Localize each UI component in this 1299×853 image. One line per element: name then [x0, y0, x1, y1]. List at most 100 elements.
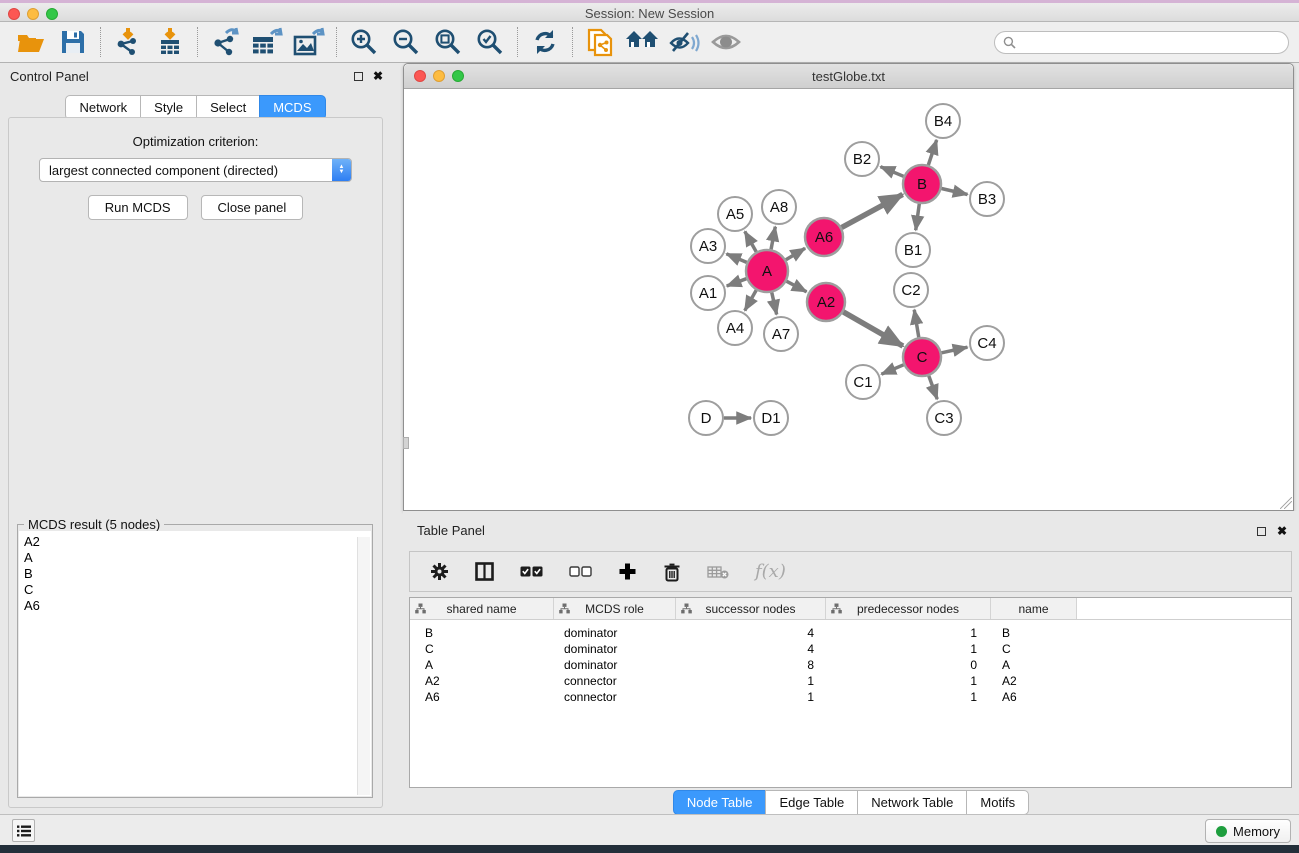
column-header-shared-name[interactable]: shared name	[410, 598, 554, 619]
graph-edge-C-C3[interactable]	[929, 376, 937, 399]
table-cell[interactable]: A	[991, 658, 1077, 672]
table-cell[interactable]: dominator	[554, 626, 676, 640]
delete-icon[interactable]	[663, 562, 681, 582]
graph-node-A[interactable]: A	[746, 250, 788, 292]
refresh-icon[interactable]	[524, 25, 566, 59]
export-image-icon[interactable]	[288, 25, 330, 59]
deselect-all-icon[interactable]	[569, 566, 592, 577]
graph-node-A8[interactable]: A8	[762, 190, 796, 224]
zoom-selected-icon[interactable]	[469, 25, 511, 59]
open-file-icon[interactable]	[10, 25, 52, 59]
graph-node-C3[interactable]: C3	[927, 401, 961, 435]
table-cell[interactable]: A	[410, 658, 554, 672]
network-canvas[interactable]: AA1A3A5A8A4A7A6A2BB2B4B3B1CC2C4C1C3DD1	[404, 89, 1293, 510]
resize-grip-left[interactable]	[403, 437, 409, 449]
float-panel-icon[interactable]	[354, 72, 363, 81]
home-icon[interactable]	[621, 25, 663, 59]
graph-node-D[interactable]: D	[689, 401, 723, 435]
table-cell[interactable]: connector	[554, 690, 676, 704]
float-table-panel-icon[interactable]	[1257, 527, 1266, 536]
search-input[interactable]	[1021, 36, 1280, 50]
column-header-predecessor-nodes[interactable]: predecessor nodes	[826, 598, 991, 619]
mcds-result-item[interactable]: A2	[24, 534, 371, 550]
table-row[interactable]: Cdominator41C	[410, 641, 1291, 657]
column-header-successor-nodes[interactable]: successor nodes	[676, 598, 826, 619]
resize-grip-corner[interactable]	[1280, 497, 1292, 509]
column-mode-icon[interactable]	[475, 562, 494, 581]
task-history-button[interactable]	[12, 819, 35, 842]
graph-edge-A-A6[interactable]	[786, 248, 805, 259]
graph-edge-B-B3[interactable]	[941, 188, 967, 194]
graph-edge-A2-C[interactable]	[843, 312, 903, 346]
close-table-panel-icon[interactable]: ✖	[1277, 525, 1287, 537]
export-table-icon[interactable]	[246, 25, 288, 59]
hide-eye-icon[interactable]	[663, 25, 705, 59]
tab-edge-table[interactable]: Edge Table	[765, 790, 858, 815]
mcds-result-item[interactable]: A	[24, 550, 371, 566]
table-cell[interactable]: A2	[991, 674, 1077, 688]
graph-edge-C-C2[interactable]	[914, 310, 919, 338]
save-session-icon[interactable]	[52, 25, 94, 59]
table-cell[interactable]: 1	[826, 690, 991, 704]
graph-edge-A-A5[interactable]	[745, 231, 756, 251]
graph-node-B1[interactable]: B1	[896, 233, 930, 267]
table-cell[interactable]: dominator	[554, 642, 676, 656]
graph-edge-A-A4[interactable]	[745, 290, 756, 310]
tab-motifs[interactable]: Motifs	[966, 790, 1029, 815]
select-all-icon[interactable]	[520, 566, 543, 577]
table-cell[interactable]: 8	[676, 658, 826, 672]
network-graph[interactable]: AA1A3A5A8A4A7A6A2BB2B4B3B1CC2C4C1C3DD1	[404, 89, 1293, 510]
table-cell[interactable]: A6	[410, 690, 554, 704]
table-cell[interactable]: C	[991, 642, 1077, 656]
graph-node-A7[interactable]: A7	[764, 317, 798, 351]
graph-edge-A-A1[interactable]	[727, 279, 747, 286]
table-cell[interactable]: B	[410, 626, 554, 640]
graph-edge-A-A7[interactable]	[772, 292, 777, 314]
table-cell[interactable]: 1	[826, 642, 991, 656]
tab-node-table[interactable]: Node Table	[673, 790, 767, 815]
table-cell[interactable]: connector	[554, 674, 676, 688]
mcds-result-list[interactable]: A2ABCA6	[19, 531, 371, 796]
graph-node-A6[interactable]: A6	[805, 218, 843, 256]
table-cell[interactable]: 4	[676, 626, 826, 640]
graph-edge-C-C1[interactable]	[881, 365, 903, 374]
column-header-name[interactable]: name	[991, 598, 1077, 619]
network-titlebar[interactable]: testGlobe.txt	[404, 64, 1293, 89]
graph-edge-B-B4[interactable]	[928, 140, 936, 165]
table-cell[interactable]: 4	[676, 642, 826, 656]
function-builder-icon[interactable]: f(x)	[755, 561, 786, 582]
graph-node-D1[interactable]: D1	[754, 401, 788, 435]
graph-node-B4[interactable]: B4	[926, 104, 960, 138]
table-cell[interactable]: 1	[676, 690, 826, 704]
graph-edge-C-C4[interactable]	[942, 347, 968, 353]
criterion-dropdown[interactable]: largest connected component (directed) ▲…	[39, 158, 352, 182]
mcds-result-item[interactable]: A6	[24, 598, 371, 614]
table-row[interactable]: Adominator80A	[410, 657, 1291, 673]
graph-node-A1[interactable]: A1	[691, 276, 725, 310]
import-network-icon[interactable]	[107, 25, 149, 59]
graph-node-C[interactable]: C	[903, 338, 941, 376]
graph-edge-B-B2[interactable]	[880, 167, 903, 177]
tab-network-table[interactable]: Network Table	[857, 790, 967, 815]
close-panel-button[interactable]: Close panel	[201, 195, 304, 220]
graph-edge-A-A2[interactable]	[786, 281, 806, 292]
table-cell[interactable]: A6	[991, 690, 1077, 704]
graph-node-B[interactable]: B	[903, 165, 941, 203]
graph-node-C1[interactable]: C1	[846, 365, 880, 399]
graph-node-B2[interactable]: B2	[845, 142, 879, 176]
graph-node-C4[interactable]: C4	[970, 326, 1004, 360]
graph-node-A2[interactable]: A2	[807, 283, 845, 321]
table-cell[interactable]: 1	[676, 674, 826, 688]
table-cell[interactable]: B	[991, 626, 1077, 640]
search-box[interactable]	[994, 31, 1289, 54]
graph-node-B3[interactable]: B3	[970, 182, 1004, 216]
graph-node-A3[interactable]: A3	[691, 229, 725, 263]
graph-node-A4[interactable]: A4	[718, 311, 752, 345]
table-row[interactable]: A2connector11A2	[410, 673, 1291, 689]
gear-icon[interactable]	[430, 562, 449, 581]
table-cell[interactable]: dominator	[554, 658, 676, 672]
table-cell[interactable]: 1	[826, 674, 991, 688]
scrollbar[interactable]	[357, 537, 370, 795]
graph-edge-B-B1[interactable]	[916, 204, 920, 230]
table-cell[interactable]: C	[410, 642, 554, 656]
